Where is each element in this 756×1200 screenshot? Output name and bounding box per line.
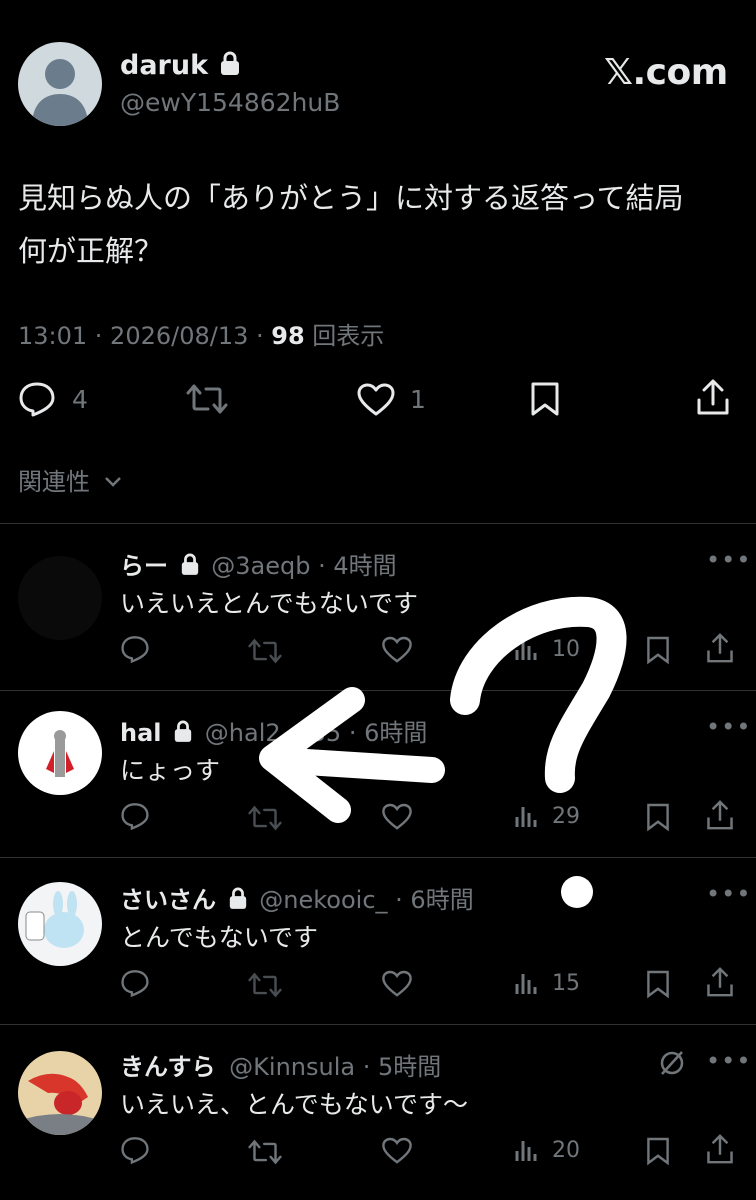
sort-dropdown[interactable]: 関連性 (18, 462, 122, 497)
reply-name[interactable]: さいさん (120, 886, 216, 914)
reply-time[interactable]: 5時間 (378, 1053, 441, 1081)
lock-icon (174, 720, 192, 742)
reply-separator: · (387, 886, 411, 914)
reply-header: きんすら @Kinnsula · 5時間 (120, 1047, 441, 1082)
share-icon[interactable] (706, 966, 734, 998)
share-icon[interactable] (706, 632, 734, 664)
avatar-illustration (18, 1073, 102, 1135)
bookmark-icon[interactable] (530, 381, 560, 417)
reply-text: とんでもないです (120, 923, 319, 952)
like-icon[interactable] (381, 803, 413, 831)
reply-count: 4 (72, 385, 88, 414)
retweet-icon[interactable] (248, 1139, 282, 1165)
views-icon[interactable] (514, 1137, 540, 1163)
reply-separator: · (341, 719, 365, 747)
retweet-icon[interactable] (186, 383, 228, 415)
reply-time[interactable]: 6時間 (410, 886, 473, 914)
reply-view-count: 29 (552, 804, 580, 829)
reply-item[interactable]: らー @3aeqb · 4時間 ••• いえいえとんでもないです 10 (0, 524, 756, 690)
avatar-illustration (25, 891, 84, 948)
reply-header: hal @hal2 35 · 6時間 (120, 713, 427, 748)
retweet-icon[interactable] (248, 972, 282, 998)
reply-item[interactable]: きんすら @Kinnsula · 5時間 ••• いえいえ、とんでもないです〜 … (0, 1025, 756, 1200)
reply-time[interactable]: 4時間 (333, 552, 396, 580)
like-icon[interactable] (381, 970, 413, 998)
retweet-icon[interactable] (248, 638, 282, 664)
author-handle[interactable]: @ewY154862huB (120, 88, 340, 117)
reply-view-count: 20 (552, 1138, 580, 1163)
reply-icon[interactable] (120, 802, 150, 830)
lock-icon (221, 51, 240, 75)
reply-name[interactable]: らー (120, 552, 168, 580)
reply-icon[interactable] (18, 381, 56, 417)
tweet-text: 見知らぬ人の「ありがとう」に対する返答って結局 何が正解？ (18, 172, 738, 278)
bookmark-icon[interactable] (646, 1136, 670, 1166)
reply-text: いえいえとんでもないです (120, 589, 419, 618)
reply-avatar[interactable] (18, 1051, 102, 1135)
like-count: 1 (410, 385, 426, 414)
view-count: 98 (271, 322, 305, 350)
grok-icon[interactable] (658, 1049, 686, 1077)
avatar-illustration (46, 730, 74, 777)
sort-label: 関連性 (18, 468, 90, 496)
bookmark-icon[interactable] (646, 969, 670, 999)
reply-time[interactable]: 6時間 (364, 719, 427, 747)
views-icon[interactable] (514, 970, 540, 996)
retweet-icon[interactable] (248, 805, 282, 831)
share-icon[interactable] (706, 799, 734, 831)
reply-view-count: 15 (552, 971, 580, 996)
reply-handle[interactable]: @nekooic_ (259, 886, 387, 914)
brand-logo: 𝕏.com (604, 52, 728, 93)
reply-text: にょっす (120, 756, 221, 785)
views-icon[interactable] (514, 636, 540, 662)
reply-item[interactable]: さいさん @nekooic_ · 6時間 ••• とんでもないです 15 (0, 858, 756, 1024)
views-icon[interactable] (514, 803, 540, 829)
reply-separator: · (310, 552, 334, 580)
tweet-timestamp[interactable]: 13:01 · 2026/08/13 · (18, 322, 271, 350)
reply-view-count: 10 (552, 637, 580, 662)
share-icon[interactable] (696, 378, 730, 416)
author-name-row[interactable]: daruk (120, 50, 241, 81)
reply-handle[interactable]: @3aeqb (211, 552, 310, 580)
reply-avatar[interactable] (18, 556, 102, 640)
lock-icon (181, 553, 198, 575)
tweet-meta: 13:01 · 2026/08/13 · 98 回表示 (18, 316, 384, 351)
reply-icon[interactable] (120, 969, 150, 997)
reply-icon[interactable] (120, 635, 150, 663)
reply-header: らー @3aeqb · 4時間 (120, 546, 397, 581)
view-label: 回表示 (304, 322, 385, 350)
chevron-down-icon (104, 477, 121, 487)
reply-handle[interactable]: @Kinnsula (229, 1053, 355, 1081)
reply-handle-tail[interactable]: 35 (311, 719, 342, 747)
reply-name[interactable]: hal (120, 719, 162, 747)
share-icon[interactable] (706, 1133, 734, 1165)
reply-handle[interactable]: @hal2 (205, 719, 281, 747)
reply-icon[interactable] (120, 1136, 150, 1164)
reply-header: さいさん @nekooic_ · 6時間 (120, 880, 474, 915)
reply-avatar[interactable] (18, 882, 102, 966)
bookmark-icon[interactable] (646, 635, 670, 665)
reply-text: いえいえ、とんでもないです〜 (120, 1090, 469, 1119)
like-icon[interactable] (381, 636, 413, 664)
reply-item[interactable]: hal @hal2 35 · 6時間 ••• にょっす 29 (0, 691, 756, 857)
reply-avatar[interactable] (18, 711, 102, 795)
like-icon[interactable] (381, 1137, 413, 1165)
bookmark-icon[interactable] (646, 802, 670, 832)
more-options-icon[interactable]: ••• (706, 1047, 751, 1075)
lock-icon (229, 887, 246, 909)
default-avatar-icon (32, 59, 88, 126)
reply-name[interactable]: きんすら (120, 1053, 216, 1081)
like-icon[interactable] (356, 383, 396, 417)
tweet-text-line-2: 何が正解？ (18, 234, 164, 268)
author-avatar[interactable] (18, 42, 102, 126)
more-options-icon[interactable]: ••• (706, 713, 751, 741)
reply-separator: · (355, 1053, 378, 1081)
more-options-icon[interactable]: ••• (706, 546, 751, 574)
tweet-text-line-1: 見知らぬ人の「ありがとう」に対する返答って結局 (18, 181, 684, 215)
author-display-name[interactable]: daruk (120, 50, 208, 81)
more-options-icon[interactable]: ••• (706, 880, 751, 908)
